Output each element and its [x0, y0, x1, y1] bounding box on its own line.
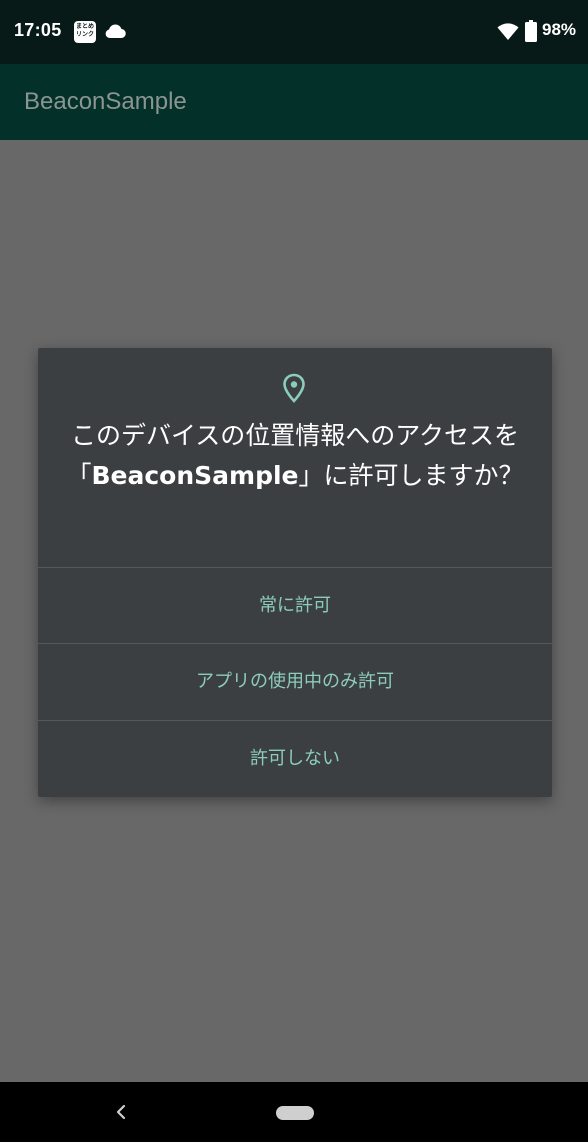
allow-always-button[interactable]: 常に許可 [38, 567, 552, 643]
battery-percent: 98% [542, 20, 577, 39]
battery-icon [525, 20, 537, 42]
status-bar: 17:05 まとめリンク 98% [0, 0, 588, 64]
wifi-icon [497, 23, 519, 40]
location-pin-icon [283, 373, 305, 403]
home-pill-icon[interactable] [276, 1106, 314, 1120]
navigation-bar [0, 1082, 588, 1142]
screen: 17:05 まとめリンク 98% BeaconSample このデバイスの位置情… [0, 0, 588, 1142]
allow-while-in-use-button[interactable]: アプリの使用中のみ許可 [38, 643, 552, 719]
deny-button[interactable]: 許可しない [38, 720, 552, 796]
back-icon[interactable] [114, 1102, 128, 1122]
dialog-message-suffix: 」に許可しますか？ [298, 461, 524, 490]
cloud-icon [105, 24, 126, 39]
permission-dialog: このデバイスの位置情報へのアクセスを「BeaconSample」に許可しますか？… [38, 348, 552, 797]
notification-app-icon: まとめリンク [74, 21, 96, 43]
dialog-app-name: BeaconSample [91, 461, 299, 490]
notification-app-icon-label: まとめリンク [76, 23, 95, 38]
app-bar: BeaconSample [0, 64, 588, 140]
dialog-message: このデバイスの位置情報へのアクセスを「BeaconSample」に許可しますか？ [66, 416, 524, 496]
app-title: BeaconSample [24, 88, 187, 115]
status-time: 17:05 [14, 20, 62, 40]
